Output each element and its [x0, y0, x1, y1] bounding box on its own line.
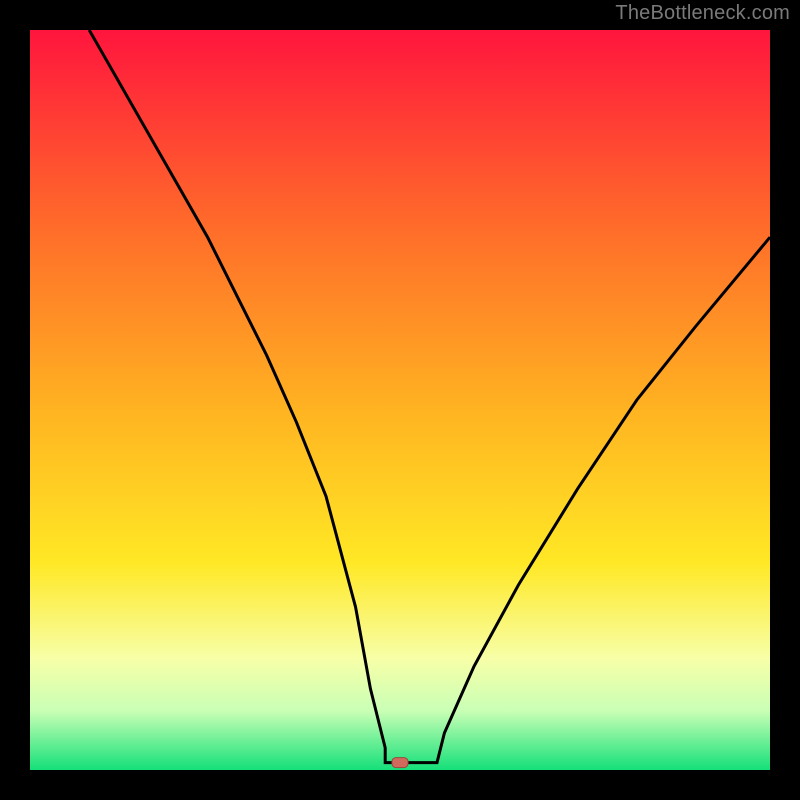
watermark-text: TheBottleneck.com	[615, 2, 790, 25]
optimal-point-marker	[392, 758, 408, 768]
bottleneck-chart	[30, 30, 770, 770]
gradient-background	[30, 30, 770, 770]
plot-area	[30, 30, 770, 770]
chart-frame: TheBottleneck.com	[0, 0, 800, 800]
